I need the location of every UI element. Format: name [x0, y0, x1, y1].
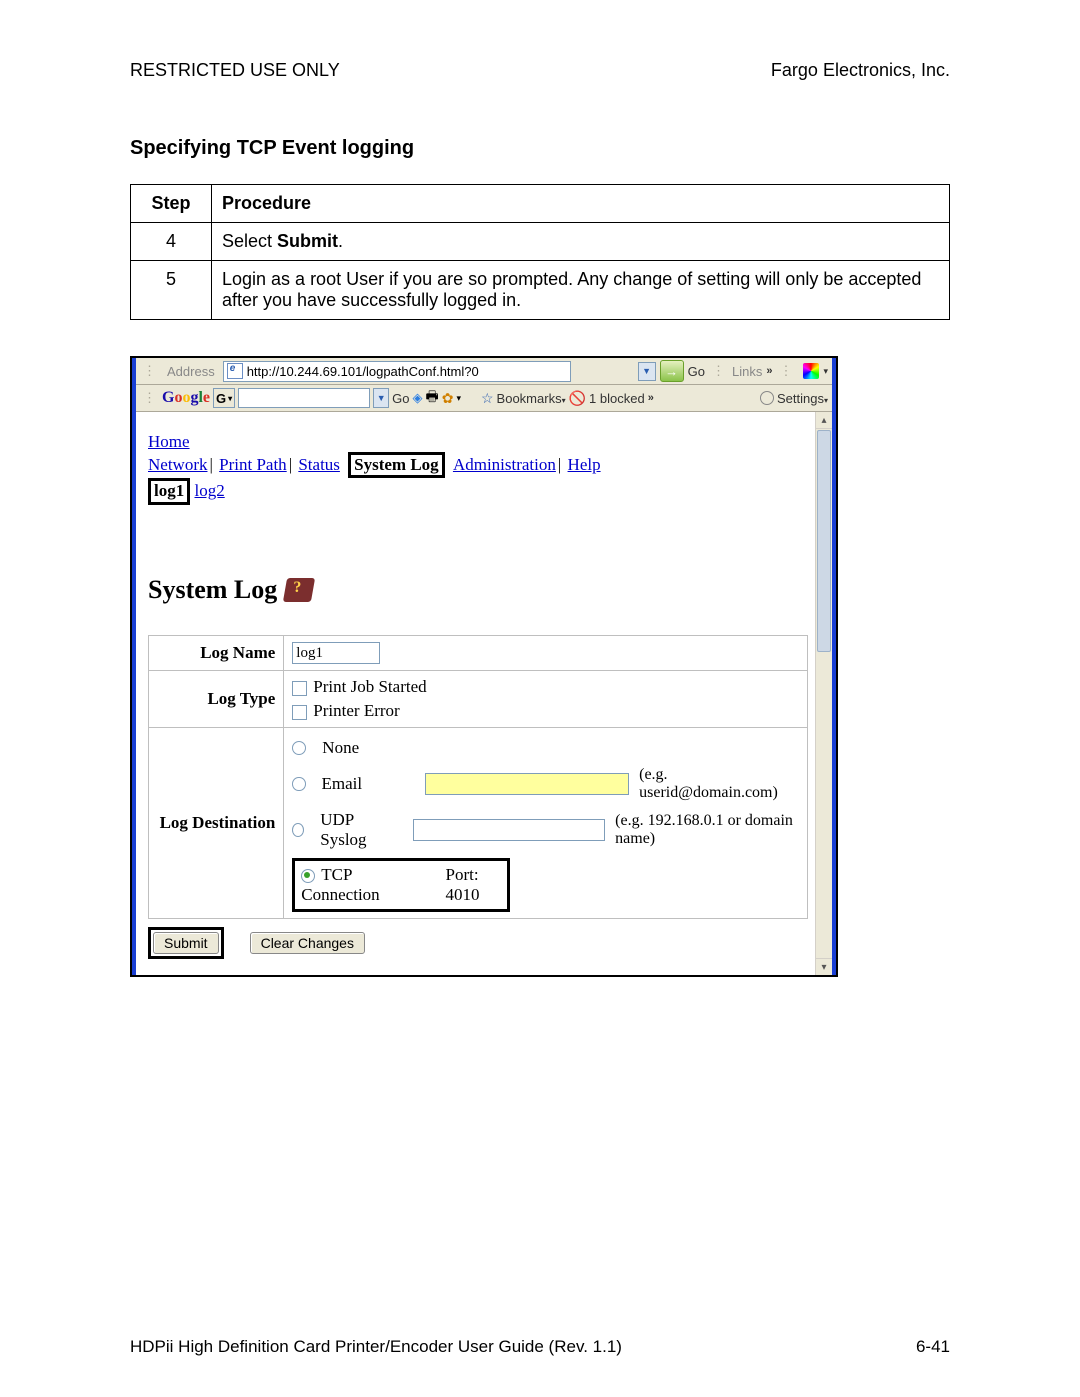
- nav-help[interactable]: Help: [568, 455, 601, 474]
- footer-right: 6-41: [916, 1337, 950, 1357]
- header-right: Fargo Electronics, Inc.: [771, 60, 950, 81]
- page-title: System Log: [148, 575, 820, 605]
- submit-highlight-box: Submit: [148, 927, 224, 959]
- header-left: RESTRICTED USE ONLY: [130, 60, 340, 81]
- gear-icon: [760, 391, 774, 405]
- book-help-icon[interactable]: [283, 578, 315, 602]
- radio-none[interactable]: [292, 741, 306, 755]
- radio-tcp-connection[interactable]: [301, 869, 315, 883]
- scroll-up-icon[interactable]: ▴: [816, 412, 832, 429]
- address-bar: ⋮ Address http://10.244.69.101/logpathCo…: [136, 358, 832, 385]
- system-log-form: Log Name Log Type Print Job Started Prin…: [148, 635, 808, 920]
- opt-printer-error: Printer Error: [313, 701, 399, 720]
- step-num: 4: [131, 223, 212, 261]
- nav-system-log[interactable]: System Log: [348, 452, 445, 478]
- email-hint: (e.g. userid@domain.com): [639, 766, 799, 802]
- tcp-port: Port: 4010: [446, 865, 502, 905]
- opt-none: None: [322, 738, 359, 758]
- nav-network[interactable]: Network: [148, 455, 207, 474]
- email-input[interactable]: [425, 773, 629, 795]
- google-go[interactable]: Go: [392, 391, 409, 406]
- bookmarks-menu[interactable]: Bookmarks▾: [497, 391, 566, 406]
- nav-administration[interactable]: Administration: [453, 455, 556, 474]
- google-search-input[interactable]: [238, 388, 370, 408]
- footer-left: HDPii High Definition Card Printer/Encod…: [130, 1337, 622, 1357]
- go-button[interactable]: →: [660, 360, 684, 382]
- scroll-thumb[interactable]: [817, 430, 831, 652]
- log-type-label: Log Type: [149, 671, 284, 728]
- procedure-table: Step Procedure 4 Select Submit. 5 Login …: [130, 184, 950, 320]
- nav-home[interactable]: Home: [148, 432, 190, 451]
- clear-changes-button[interactable]: Clear Changes: [250, 932, 365, 954]
- log-name-input[interactable]: [292, 642, 380, 664]
- col-procedure: Procedure: [212, 185, 950, 223]
- go-label: Go: [688, 364, 705, 379]
- address-label: Address: [163, 364, 219, 379]
- puzzle-icon[interactable]: ✿: [442, 390, 454, 407]
- table-row: 5 Login as a root User if you are so pro…: [131, 261, 950, 320]
- nav-arrows-icon[interactable]: ◈: [413, 390, 423, 406]
- chevron-right-icon[interactable]: »: [648, 392, 654, 404]
- google-toolbar: ⋮ Google G▾ ▼ Go ◈ 🖶 ✿ ▾ ☆ Bookmarks▾ 🚫 …: [136, 385, 832, 412]
- step-num: 5: [131, 261, 212, 320]
- nav-log2[interactable]: log2: [194, 481, 224, 500]
- top-nav: Home Network| Print Path| Status System …: [148, 432, 820, 505]
- color-picker-icon[interactable]: [803, 363, 819, 379]
- opt-print-job-started: Print Job Started: [313, 677, 426, 696]
- log-destination-label: Log Destination: [149, 728, 284, 919]
- blocked-count[interactable]: 1 blocked: [589, 391, 645, 406]
- scroll-down-icon[interactable]: ▾: [816, 958, 832, 975]
- section-title: Specifying TCP Event logging: [130, 137, 950, 160]
- opt-email: Email: [322, 774, 415, 794]
- blocked-icon: 🚫: [569, 390, 586, 407]
- nav-status[interactable]: Status: [298, 455, 340, 474]
- vertical-scrollbar[interactable]: ▴ ▾: [815, 412, 832, 975]
- col-step: Step: [131, 185, 212, 223]
- settings-menu[interactable]: Settings▾: [777, 391, 828, 406]
- udp-hint: (e.g. 192.168.0.1 or domain name): [615, 812, 799, 848]
- printer-icon[interactable]: 🖶: [426, 386, 439, 410]
- nav-log1[interactable]: log1: [148, 478, 190, 504]
- table-row: 4 Select Submit.: [131, 223, 950, 261]
- dropdown-caret[interactable]: ▾: [823, 366, 828, 377]
- checkbox-printer-error[interactable]: [292, 705, 307, 720]
- nav-print-path[interactable]: Print Path: [219, 455, 287, 474]
- arrow-right-icon: →: [665, 364, 678, 379]
- checkbox-print-job-started[interactable]: [292, 681, 307, 696]
- google-search-dropdown[interactable]: ▼: [373, 388, 389, 408]
- url-text: http://10.244.69.101/logpathConf.html?0: [247, 364, 479, 379]
- step-text: Select Submit.: [212, 223, 950, 261]
- udp-syslog-input[interactable]: [413, 819, 605, 841]
- url-field[interactable]: http://10.244.69.101/logpathConf.html?0: [223, 361, 571, 382]
- embedded-screenshot: ⋮ Address http://10.244.69.101/logpathCo…: [130, 356, 838, 977]
- page-content: ▴ ▾ Home Network| Print Path| Status Sys…: [136, 412, 832, 975]
- ie-icon: [227, 363, 243, 379]
- radio-email[interactable]: [292, 777, 305, 791]
- google-logo[interactable]: Google: [162, 389, 210, 407]
- chevron-right-icon[interactable]: »: [766, 365, 772, 377]
- radio-udp-syslog[interactable]: [292, 823, 304, 837]
- star-icon: ☆: [481, 390, 494, 407]
- url-dropdown[interactable]: ▼: [638, 362, 656, 381]
- step-text: Login as a root User if you are so promp…: [212, 261, 950, 320]
- submit-button[interactable]: Submit: [153, 932, 219, 954]
- log-name-label: Log Name: [149, 635, 284, 671]
- opt-udp-syslog: UDP Syslog: [320, 810, 403, 850]
- links-label: Links: [732, 364, 762, 379]
- tcp-connection-row: TCP Connection Port: 4010: [292, 858, 510, 912]
- google-g-dropdown[interactable]: G▾: [213, 388, 235, 408]
